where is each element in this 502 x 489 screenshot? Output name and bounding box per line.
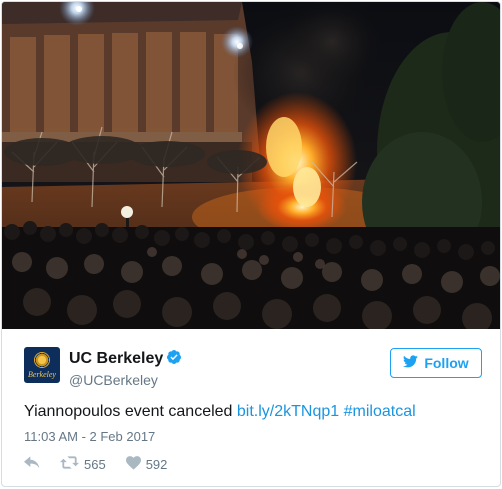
like-button[interactable]: 592	[125, 455, 168, 473]
reply-icon	[24, 455, 40, 473]
protest-fire-night-photo	[2, 2, 500, 329]
avatar-wordmark: Berkeley	[28, 370, 56, 379]
retweet-icon	[60, 456, 79, 472]
tweet-text: Yiannopoulos event canceled bit.ly/2kTNq…	[24, 403, 416, 421]
tweet-header: Berkeley UC Berkeley @UCBerkeley Follow	[24, 346, 482, 389]
tweet-photo[interactable]	[2, 2, 500, 329]
tweet-actions: 565 592	[24, 455, 187, 473]
retweet-button[interactable]: 565	[60, 456, 106, 472]
twitter-bird-icon	[403, 355, 419, 371]
tweet-text-body: Yiannopoulos event canceled	[24, 403, 233, 420]
follow-button-label: Follow	[424, 355, 469, 371]
author-display-name[interactable]: UC Berkeley	[69, 349, 182, 370]
embedded-tweet-card: Berkeley UC Berkeley @UCBerkeley Follow …	[1, 1, 501, 487]
avatar[interactable]: Berkeley	[24, 347, 60, 383]
tweet-link[interactable]: bit.ly/2kTNqp1	[237, 403, 339, 420]
heart-icon	[125, 455, 141, 473]
tweet-timestamp[interactable]: 11:03 AM - 2 Feb 2017	[24, 429, 155, 444]
author-handle[interactable]: @UCBerkeley	[69, 371, 182, 389]
retweet-count: 565	[84, 456, 106, 472]
seal-icon	[34, 352, 50, 368]
follow-button[interactable]: Follow	[390, 348, 482, 378]
tweet-hashtag[interactable]: #miloatcal	[344, 403, 416, 420]
like-count: 592	[145, 456, 168, 472]
author-names[interactable]: UC Berkeley @UCBerkeley	[69, 349, 182, 389]
verified-badge-icon	[166, 349, 182, 370]
author-display-name-text: UC Berkeley	[69, 350, 164, 367]
reply-button[interactable]	[24, 455, 40, 473]
